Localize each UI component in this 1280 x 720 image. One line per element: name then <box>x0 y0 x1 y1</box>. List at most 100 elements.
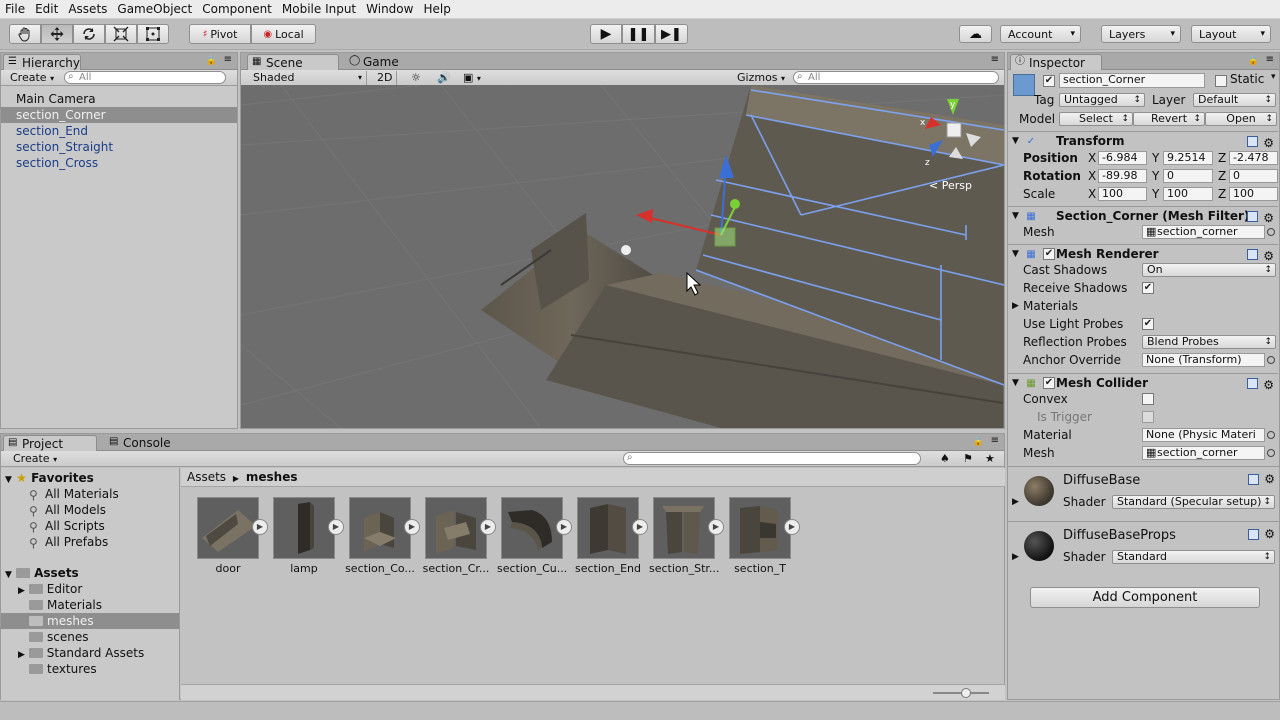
local-toggle[interactable]: ◉ Local <box>251 24 316 44</box>
model-select-button[interactable]: Select <box>1059 112 1133 126</box>
effects-toggle-icon[interactable]: ▣ ▾ <box>459 71 485 85</box>
folder-scenes[interactable]: scenes <box>29 629 88 645</box>
menu-help[interactable]: Help <box>418 0 455 19</box>
gizmos-dropdown[interactable]: Gizmos ▾ <box>733 71 789 85</box>
scale-z-field[interactable]: 100 <box>1229 187 1278 201</box>
project-create-button[interactable]: Create ▾ <box>9 452 61 466</box>
position-y-field[interactable]: 9.2514 <box>1163 151 1213 165</box>
favorite-star-icon[interactable]: ★ <box>981 452 999 466</box>
persp-label[interactable]: < Persp <box>929 179 972 192</box>
expand-asset-icon[interactable]: ▶ <box>404 519 420 535</box>
object-picker-icon[interactable] <box>1267 228 1275 236</box>
layout-dropdown[interactable]: Layout <box>1191 25 1271 43</box>
tab-console[interactable]: ▤ Console <box>105 435 185 451</box>
expand-arrow-icon[interactable]: ▶ <box>1012 297 1019 315</box>
expand-asset-icon[interactable]: ▶ <box>252 519 268 535</box>
rotate-tool-button[interactable] <box>73 24 105 44</box>
scale-y-field[interactable]: 100 <box>1163 187 1213 201</box>
gear-icon[interactable]: ⚙ <box>1264 472 1275 486</box>
light-probes-checkbox[interactable] <box>1142 318 1154 330</box>
menu-assets[interactable]: Assets <box>63 0 112 19</box>
account-dropdown[interactable]: Account <box>1000 25 1081 43</box>
tab-scene[interactable]: ▦ Scene <box>247 54 339 70</box>
thumbnail-size-slider-handle[interactable] <box>961 688 971 698</box>
expand-asset-icon[interactable]: ▶ <box>784 519 800 535</box>
reflection-probes-dropdown[interactable]: Blend Probes <box>1142 335 1276 349</box>
expand-asset-icon[interactable]: ▶ <box>328 519 344 535</box>
expand-arrow-icon[interactable]: ▶ <box>1012 552 1019 562</box>
static-dropdown-icon[interactable]: ▾ <box>1271 72 1276 82</box>
tab-inspector[interactable]: ⓘ Inspector <box>1010 54 1102 70</box>
rotation-y-field[interactable]: 0 <box>1163 169 1213 183</box>
add-component-button[interactable]: Add Component <box>1030 587 1260 608</box>
help-book-icon[interactable] <box>1247 211 1258 222</box>
play-button[interactable]: ▶ <box>590 24 622 44</box>
panel-menu-icon[interactable]: ≡ <box>991 435 999 446</box>
favorite-all-models[interactable]: ⚲ All Models <box>29 502 106 518</box>
menu-gameobject[interactable]: GameObject <box>112 0 197 19</box>
help-book-icon[interactable] <box>1247 136 1258 147</box>
expand-asset-icon[interactable]: ▶ <box>632 519 648 535</box>
hierarchy-search-input[interactable]: All <box>64 71 226 84</box>
lock-icon[interactable]: 🔒 <box>973 437 984 447</box>
step-button[interactable]: ▶❚ <box>655 24 688 44</box>
help-book-icon[interactable] <box>1248 529 1259 540</box>
collider-material-field[interactable]: None (Physic Materi <box>1142 428 1265 442</box>
tab-hierarchy[interactable]: ☰ Hierarchy <box>3 54 81 70</box>
panel-menu-icon[interactable]: ≡ <box>1266 54 1274 65</box>
shader-dropdown[interactable]: Standard <box>1112 550 1275 564</box>
lock-icon[interactable]: 🔒 <box>1248 56 1259 66</box>
menu-file[interactable]: File <box>0 0 30 19</box>
shading-dropdown[interactable]: Shaded ▾ <box>249 71 367 85</box>
rect-tool-button[interactable] <box>137 24 169 44</box>
object-name-field[interactable]: section_Corner <box>1059 73 1205 88</box>
pivot-toggle[interactable]: ♯ Pivot <box>189 24 251 44</box>
help-book-icon[interactable] <box>1248 474 1259 485</box>
scene-viewport[interactable]: y x z < Persp <box>241 85 1004 428</box>
menu-edit[interactable]: Edit <box>30 0 63 19</box>
panel-menu-icon[interactable]: ≡ <box>224 54 232 65</box>
scale-x-field[interactable]: 100 <box>1098 187 1147 201</box>
audio-toggle-icon[interactable]: 🔊 <box>433 71 455 85</box>
layers-dropdown[interactable]: Layers <box>1101 25 1181 43</box>
tag-dropdown[interactable]: Untagged <box>1059 93 1145 107</box>
transform-header[interactable]: ▼ ✓ Transform ⚙ <box>1008 131 1278 150</box>
expand-arrow-icon[interactable]: ▶ <box>1012 497 1019 507</box>
menu-component[interactable]: Component <box>197 0 277 19</box>
mesh-collider-enabled-checkbox[interactable] <box>1043 377 1055 389</box>
move-gizmo[interactable] <box>636 155 740 247</box>
breadcrumb-meshes[interactable]: meshes <box>246 470 298 484</box>
move-tool-button[interactable] <box>41 24 73 44</box>
anchor-override-field[interactable]: None (Transform) <box>1142 353 1265 367</box>
model-open-button[interactable]: Open <box>1205 112 1277 126</box>
rotation-z-field[interactable]: 0 <box>1229 169 1278 183</box>
model-revert-button[interactable]: Revert <box>1133 112 1205 126</box>
hierarchy-item-section-straight[interactable]: section_Straight <box>16 139 113 155</box>
favorite-all-scripts[interactable]: ⚲ All Scripts <box>29 518 105 534</box>
search-by-type-icon[interactable]: ♠ <box>936 452 954 466</box>
hierarchy-item-section-corner[interactable]: section_Corner <box>1 107 237 123</box>
folder-textures[interactable]: textures <box>29 661 97 677</box>
layer-dropdown[interactable]: Default <box>1193 93 1276 107</box>
object-picker-icon[interactable] <box>1267 449 1275 457</box>
expand-asset-icon[interactable]: ▶ <box>480 519 496 535</box>
favorite-all-prefabs[interactable]: ⚲ All Prefabs <box>29 534 108 550</box>
pause-button[interactable]: ❚❚ <box>622 24 655 44</box>
tab-game[interactable]: ◯ Game <box>345 54 415 70</box>
object-picker-icon[interactable] <box>1267 356 1275 364</box>
cloud-button[interactable]: ☁ <box>959 25 992 43</box>
scale-tool-button[interactable] <box>105 24 137 44</box>
hierarchy-item-section-end[interactable]: section_End <box>16 123 88 139</box>
mesh-filter-mesh-field[interactable]: ▦ section_corner <box>1142 225 1265 239</box>
collider-mesh-field[interactable]: ▦ section_corner <box>1142 446 1265 460</box>
expand-asset-icon[interactable]: ▶ <box>556 519 572 535</box>
object-picker-icon[interactable] <box>1267 431 1275 439</box>
object-active-checkbox[interactable] <box>1043 75 1055 87</box>
convex-checkbox[interactable] <box>1142 393 1154 405</box>
position-z-field[interactable]: -2.478 <box>1229 151 1278 165</box>
project-search-input[interactable] <box>623 452 921 465</box>
breadcrumb-assets[interactable]: Assets <box>187 470 226 484</box>
search-by-label-icon[interactable]: ⚑ <box>959 452 977 466</box>
cast-shadows-dropdown[interactable]: On <box>1142 263 1276 277</box>
static-checkbox[interactable] <box>1215 75 1227 87</box>
